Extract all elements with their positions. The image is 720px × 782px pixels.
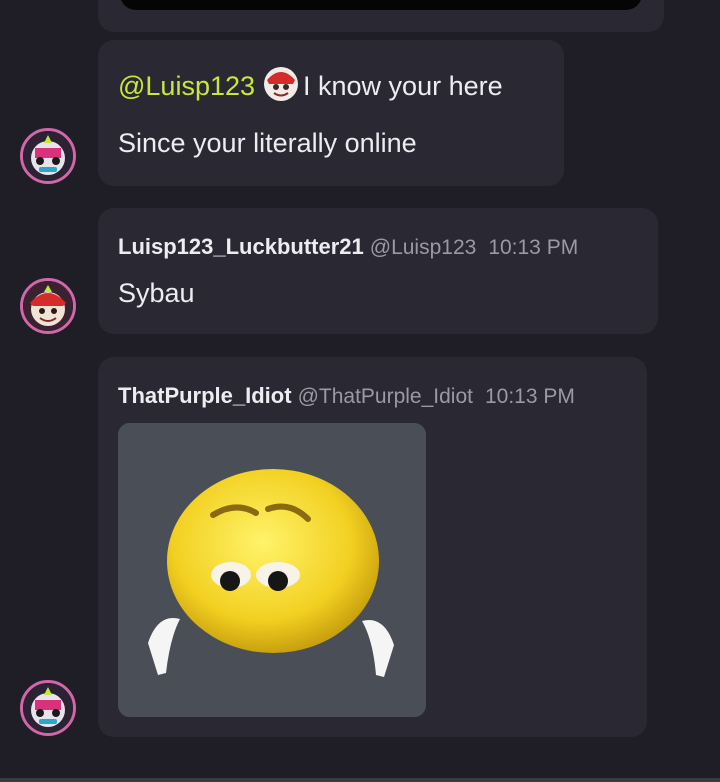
message-1-text-1: I know your here (303, 71, 503, 101)
avatar-luisp123[interactable] (20, 278, 76, 334)
inline-emoji-icon (263, 66, 299, 102)
message-2-text: Sybau (118, 278, 195, 308)
avatar-thatpurple-idiot[interactable] (20, 128, 76, 184)
message-1-line-2: Since your literally online (118, 128, 417, 158)
user-mention[interactable]: @Luisp123 (118, 71, 255, 101)
avatar-thatpurple-idiot-2[interactable] (20, 680, 76, 736)
author-handle[interactable]: @ThatPurple_Idiot (298, 385, 473, 408)
message-bubble-3[interactable]: ThatPurple_Idiot @ThatPurple_Idiot 10:13 P… (98, 357, 647, 737)
avatar-image (23, 281, 73, 331)
message-bubble-2[interactable]: Luisp123_Luckbutter21 @Luisp123 10:13 PM S… (98, 208, 658, 334)
message-2-header: Luisp123_Luckbutter21 @Luisp123 10:13 PM (118, 234, 578, 260)
author-name[interactable]: ThatPurple_Idiot (118, 383, 292, 408)
chat-screen: @Luisp123 I know your here Since your lit… (0, 0, 720, 782)
message-1-line-1: @Luisp123 I know your here (118, 66, 503, 102)
image-attachment[interactable] (118, 423, 426, 717)
author-handle[interactable]: @Luisp123 (370, 236, 477, 259)
message-timestamp: 10:13 PM (484, 385, 575, 408)
previous-message-bubble[interactable] (98, 0, 664, 32)
bottom-divider (0, 778, 720, 782)
message-3-header: ThatPurple_Idiot @ThatPurple_Idiot 10:13 P… (118, 383, 575, 409)
message-bubble-1[interactable]: @Luisp123 I know your here Since your lit… (98, 40, 564, 186)
avatar-image (23, 131, 73, 181)
message-timestamp: 10:13 PM (488, 236, 579, 259)
sad-emoji-sticker-icon (118, 423, 426, 717)
avatar-image (23, 683, 73, 733)
author-name[interactable]: Luisp123_Luckbutter21 (118, 234, 364, 259)
previous-media-attachment[interactable] (120, 0, 642, 10)
